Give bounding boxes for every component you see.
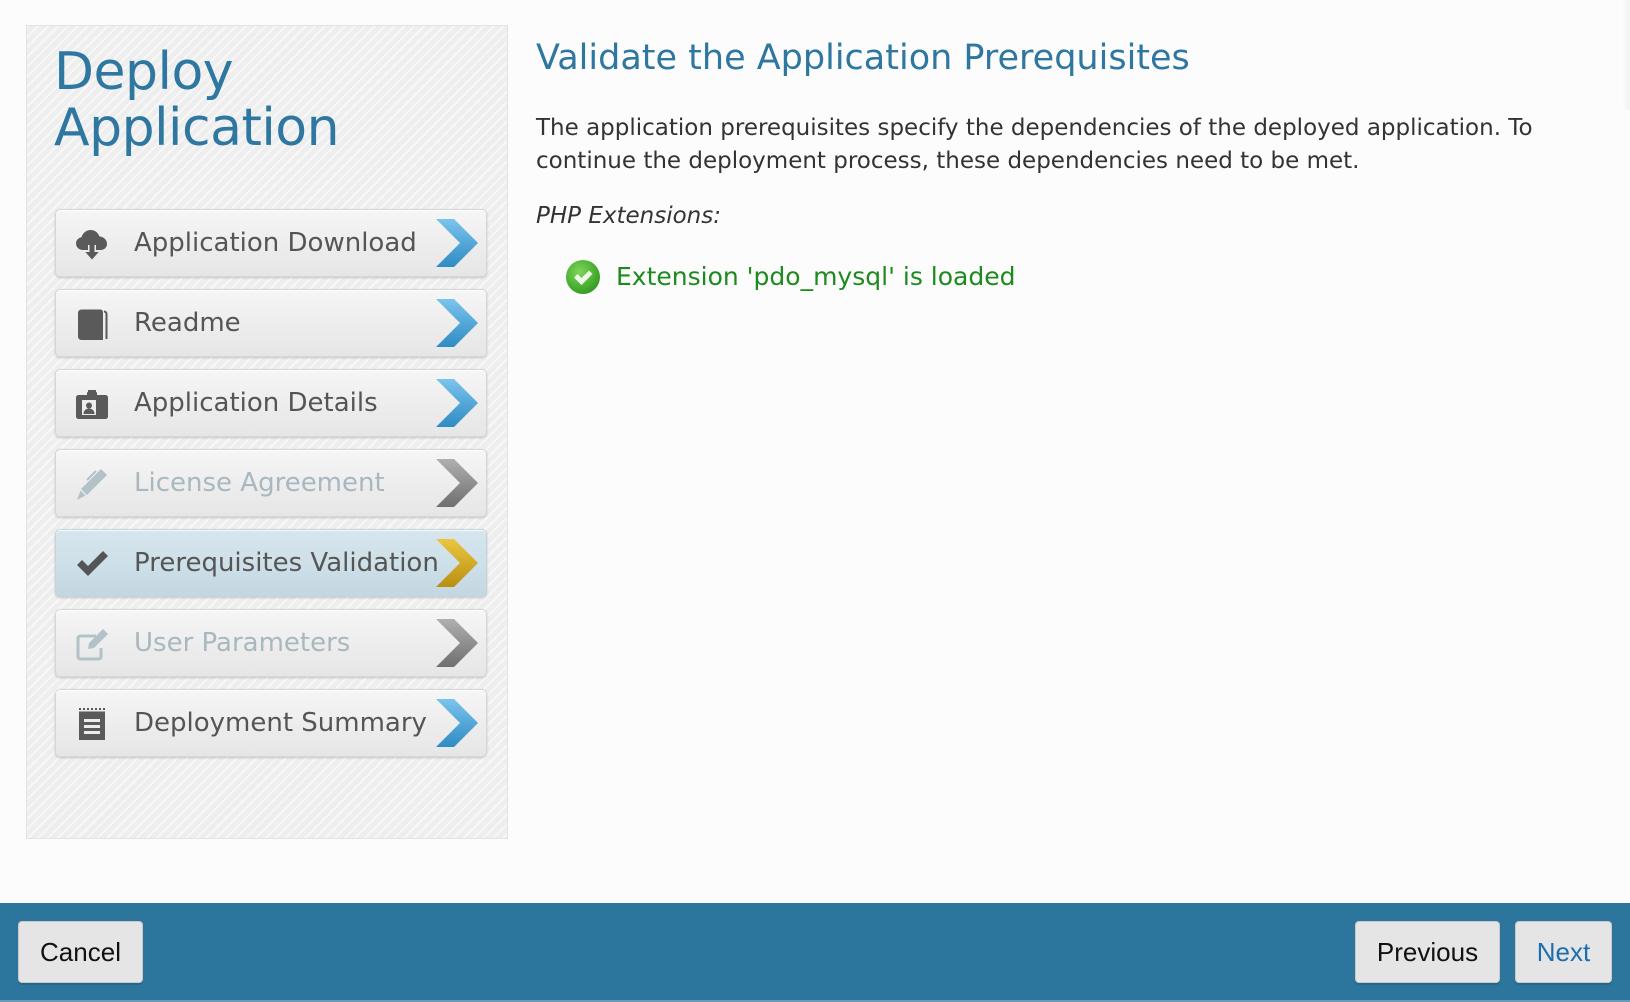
step-label: License Agreement bbox=[134, 468, 385, 498]
pen-icon bbox=[74, 466, 110, 502]
wizard-sidebar: Deploy Application Application Download R… bbox=[26, 25, 508, 839]
scroll-edge-shadow bbox=[1622, 0, 1630, 110]
wizard-footer: Cancel Previous Next bbox=[0, 903, 1630, 1002]
id-badge-icon bbox=[74, 386, 110, 422]
wizard-title-line1: Deploy bbox=[54, 42, 234, 102]
step-label: Application Details bbox=[134, 388, 378, 418]
step-user-parameters[interactable]: User Parameters bbox=[55, 609, 487, 677]
cancel-button[interactable]: Cancel bbox=[18, 921, 143, 983]
edit-icon bbox=[74, 626, 110, 662]
book-icon bbox=[74, 306, 110, 342]
page-title: Validate the Application Prerequisites bbox=[536, 38, 1190, 78]
step-readme[interactable]: Readme bbox=[55, 289, 487, 357]
notepad-icon bbox=[74, 706, 110, 742]
step-application-details[interactable]: Application Details bbox=[55, 369, 487, 437]
chevron-right-icon bbox=[434, 617, 480, 669]
wizard-title-line2: Application bbox=[54, 98, 340, 158]
php-extensions-label: PHP Extensions: bbox=[536, 203, 721, 229]
main-content: Validate the Application Prerequisites T… bbox=[536, 30, 1596, 297]
chevron-right-icon bbox=[434, 457, 480, 509]
cloud-download-icon bbox=[74, 226, 110, 262]
chevron-right-icon bbox=[434, 537, 480, 589]
step-license-agreement[interactable]: License Agreement bbox=[55, 449, 487, 517]
step-deployment-summary[interactable]: Deployment Summary bbox=[55, 689, 487, 757]
step-label: Application Download bbox=[134, 228, 417, 258]
check-status-text: Extension 'pdo_mysql' is loaded bbox=[616, 262, 1016, 291]
step-prerequisites-validation[interactable]: Prerequisites Validation bbox=[55, 529, 487, 597]
step-label: User Parameters bbox=[134, 628, 351, 658]
wizard-steps: Application Download Readme Application … bbox=[55, 209, 487, 769]
green-check-circle-icon bbox=[565, 259, 601, 295]
prerequisite-check-item: Extension 'pdo_mysql' is loaded bbox=[565, 257, 1596, 297]
checkmark-icon bbox=[74, 546, 110, 582]
chevron-right-icon bbox=[434, 297, 480, 349]
step-label: Readme bbox=[134, 308, 241, 338]
page-description: The application prerequisites specify th… bbox=[536, 115, 1533, 174]
chevron-right-icon bbox=[434, 377, 480, 429]
chevron-right-icon bbox=[434, 697, 480, 749]
previous-button[interactable]: Previous bbox=[1355, 921, 1500, 983]
step-label: Deployment Summary bbox=[134, 708, 427, 738]
step-label: Prerequisites Validation bbox=[134, 548, 439, 578]
deploy-application-wizard: Deploy Application Application Download R… bbox=[0, 0, 1630, 1002]
step-application-download[interactable]: Application Download bbox=[55, 209, 487, 277]
chevron-right-icon bbox=[434, 217, 480, 269]
next-button[interactable]: Next bbox=[1515, 921, 1612, 983]
wizard-title: Deploy Application bbox=[54, 42, 340, 158]
